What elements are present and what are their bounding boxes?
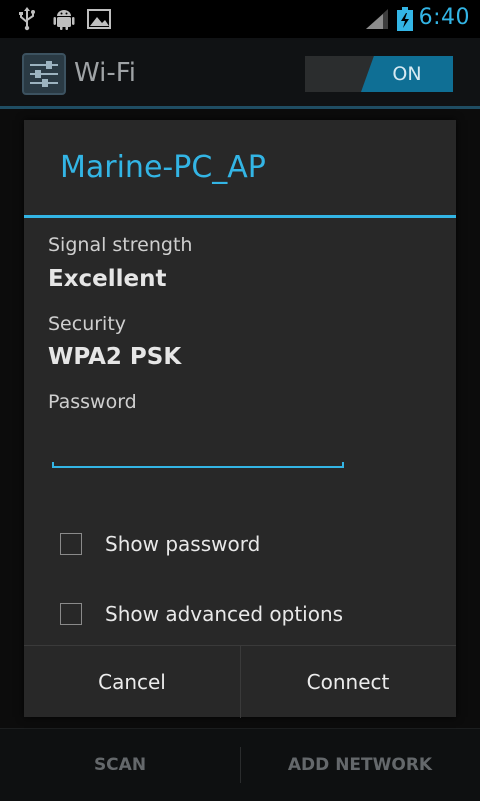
scan-button[interactable]: SCAN xyxy=(0,729,240,801)
status-bar: 6:40 xyxy=(0,0,480,38)
wifi-toggle[interactable]: ON xyxy=(305,56,453,92)
password-label: Password xyxy=(48,391,137,413)
image-icon xyxy=(87,9,111,29)
add-network-button[interactable]: ADD NETWORK xyxy=(240,729,480,801)
dialog-title-divider xyxy=(24,215,456,218)
action-bar: Wi-Fi ON xyxy=(0,38,480,108)
show-advanced-options-row[interactable]: Show advanced options xyxy=(60,595,440,635)
dialog-button-bar: Cancel Connect xyxy=(24,645,456,718)
signal-icon xyxy=(366,9,388,29)
show-advanced-options-label: Show advanced options xyxy=(105,602,344,626)
signal-strength-value: Excellent xyxy=(48,266,167,292)
show-password-checkbox[interactable] xyxy=(60,533,82,555)
security-label: Security xyxy=(48,313,127,335)
toggle-on-label: ON xyxy=(361,56,453,92)
connect-button[interactable]: Connect xyxy=(240,646,456,718)
show-advanced-options-checkbox[interactable] xyxy=(60,603,82,625)
show-password-label: Show password xyxy=(105,532,261,556)
status-time: 6:40 xyxy=(418,5,470,30)
signal-strength-label: Signal strength xyxy=(48,234,193,256)
cancel-button[interactable]: Cancel xyxy=(24,646,240,718)
security-value: WPA2 PSK xyxy=(48,344,182,370)
wifi-connect-dialog: Marine-PC_AP Signal strength Excellent S… xyxy=(24,120,456,718)
bottom-action-bar: SCAN ADD NETWORK xyxy=(0,728,480,801)
battery-charging-icon xyxy=(397,7,413,31)
page-title: Wi-Fi xyxy=(74,58,137,88)
android-debug-icon xyxy=(53,10,75,30)
password-input[interactable] xyxy=(52,438,344,468)
dialog-title: Marine-PC_AP xyxy=(60,150,266,185)
password-input-underline xyxy=(52,462,344,468)
usb-icon xyxy=(19,7,35,31)
wifi-settings-icon[interactable] xyxy=(22,53,66,95)
show-password-row[interactable]: Show password xyxy=(60,525,440,565)
